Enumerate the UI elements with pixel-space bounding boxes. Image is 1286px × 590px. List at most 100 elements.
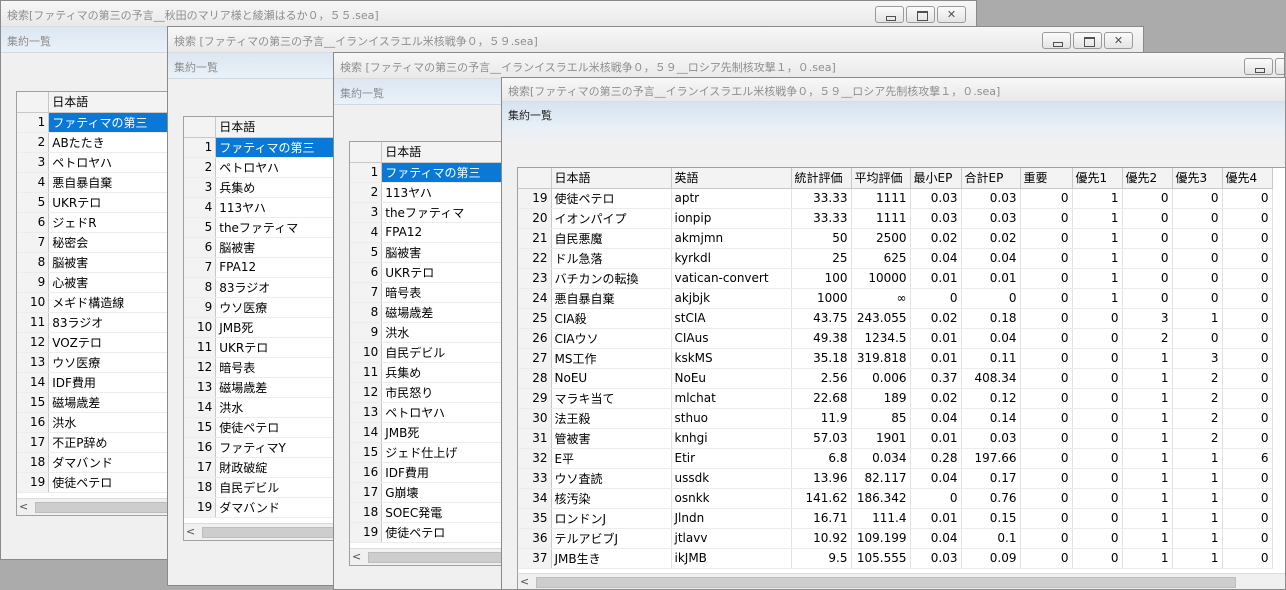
table-cell[interactable]: 1 (1072, 248, 1123, 269)
column-header-8[interactable]: 優先2 (1122, 168, 1173, 189)
table-cell[interactable]: 0.02 (910, 388, 962, 409)
table-row[interactable]: 24 悪自暴自棄 akjbjk 1000 ∞ 0 0 0 1 0 0 0 (518, 288, 1273, 309)
table-cell[interactable]: ウソ査読 (551, 468, 672, 489)
table-cell[interactable]: mlchat (671, 388, 792, 409)
table-cell[interactable]: NoEU (551, 368, 672, 389)
cell-japanese[interactable]: ファティマY (215, 437, 352, 458)
cell-japanese[interactable]: FPA12 (215, 257, 352, 278)
table-cell[interactable]: 0 (910, 488, 962, 509)
table-row[interactable]: 33 ウソ査読 ussdk 13.96 82.117 0.04 0.17 0 0 1 1 0 (518, 468, 1273, 489)
table-cell[interactable]: 22.68 (791, 388, 852, 409)
table-row[interactable]: 31 管被害 knhgi 57.03 1901 0.01 0.03 0 0 1 2 0 (518, 428, 1273, 449)
table-cell[interactable]: 0 (1222, 188, 1273, 209)
window-titlebar[interactable]: 検索[ファティマの第三の予言__イランイスラエル米核戦争０，５９__ロシア先制核… (502, 78, 1285, 102)
summary-grid[interactable]: 日本語 1 ファティマの第三 2 ペトロヤハ 3 兵集め 4 113ヤハ 5 theファティマ 6 脳… (183, 116, 353, 541)
cell-japanese[interactable]: ペトロヤハ (381, 402, 518, 423)
table-cell[interactable]: 0 (1122, 248, 1173, 269)
table-cell[interactable]: 35.18 (791, 348, 852, 369)
column-header-6[interactable]: 重要 (1020, 168, 1073, 189)
table-cell[interactable]: 2 (1172, 408, 1223, 429)
cell-japanese[interactable]: UKRテロ (215, 337, 352, 358)
cell-japanese[interactable]: ジェド仕上げ (381, 442, 518, 463)
table-row[interactable]: 14 JMB死 (350, 422, 518, 443)
table-cell[interactable]: 0 (1222, 388, 1273, 409)
cell-japanese[interactable]: 洪水 (381, 322, 518, 343)
table-cell[interactable]: 0.28 (910, 448, 962, 469)
table-row[interactable]: 36 テルアビブJ jtlavv 10.92 109.199 0.04 0.1 0 0 1 1 0 (518, 528, 1273, 549)
table-cell[interactable]: 0.76 (961, 488, 1021, 509)
table-cell[interactable]: 0 (1172, 208, 1223, 229)
cell-japanese[interactable]: 脳被害 (215, 237, 352, 258)
table-cell[interactable]: vatican-convert (671, 268, 792, 289)
table-row[interactable]: 16 IDF費用 (350, 462, 518, 483)
table-cell[interactable]: 0.03 (910, 548, 962, 569)
table-cell[interactable]: MS工作 (551, 348, 672, 369)
table-cell[interactable]: 0 (1020, 468, 1073, 489)
close-button[interactable] (1104, 32, 1133, 49)
table-cell[interactable]: 0 (1072, 448, 1123, 469)
table-cell[interactable]: ionpip (671, 208, 792, 229)
cell-japanese[interactable]: 兵集め (215, 177, 352, 198)
table-cell[interactable]: 1 (1122, 368, 1173, 389)
table-cell[interactable]: 10000 (851, 268, 911, 289)
cell-japanese[interactable]: 使徒ペテロ (215, 417, 352, 438)
table-row[interactable]: 18 SOEC発電 (350, 502, 518, 523)
table-cell[interactable]: 0.01 (910, 348, 962, 369)
cell-japanese[interactable]: 磁場歳差 (381, 302, 518, 323)
table-cell[interactable]: 0 (1122, 188, 1173, 209)
cell-japanese[interactable]: 市民怒り (381, 382, 518, 403)
table-cell[interactable]: 1111 (851, 208, 911, 229)
cell-japanese[interactable]: 秘密会 (48, 232, 185, 253)
table-cell[interactable]: 0.01 (910, 328, 962, 349)
table-cell[interactable]: 0 (1072, 368, 1123, 389)
cell-japanese[interactable]: 使徒ペテロ (381, 522, 518, 543)
table-cell[interactable]: 33.33 (791, 188, 852, 209)
table-cell[interactable]: 法王殺 (551, 408, 672, 429)
table-cell[interactable]: 0 (1072, 428, 1123, 449)
cell-japanese[interactable]: ファティマの第三 (48, 112, 185, 133)
table-cell[interactable]: 1234.5 (851, 328, 911, 349)
table-cell[interactable]: 0 (1222, 508, 1273, 529)
table-cell[interactable]: 9.5 (791, 548, 852, 569)
scroll-left-icon[interactable]: < (520, 575, 532, 588)
table-cell[interactable]: sthuo (671, 408, 792, 429)
column-header-japanese[interactable]: 日本語 (381, 142, 518, 163)
table-cell[interactable]: 0 (1020, 248, 1073, 269)
table-row[interactable]: 4 113ヤハ (184, 197, 352, 218)
window-titlebar[interactable]: 検索[ファティマの第三の予言__秋田のマリア様と綾瀬はるか０，５５.sea] (1, 1, 976, 27)
table-row[interactable]: 1 ファティマの第三 (17, 112, 185, 133)
table-cell[interactable]: 11.9 (791, 408, 852, 429)
table-cell[interactable]: CIA殺 (551, 308, 672, 329)
table-row[interactable]: 19 使徒ペテロ aptr 33.33 1111 0.03 0.03 0 1 0 0 0 (518, 188, 1273, 209)
table-cell[interactable]: 0.18 (961, 308, 1021, 329)
cell-japanese[interactable]: G崩壊 (381, 482, 518, 503)
table-cell[interactable]: 2 (1172, 368, 1223, 389)
table-row[interactable]: 30 法王殺 sthuo 11.9 85 0.04 0.14 0 0 1 2 0 (518, 408, 1273, 429)
table-cell[interactable]: 悪自暴自棄 (551, 288, 672, 309)
table-cell[interactable]: 1 (1172, 448, 1223, 469)
table-cell[interactable]: 1 (1122, 348, 1173, 369)
table-cell[interactable]: イオンパイプ (551, 208, 672, 229)
table-row[interactable]: 13 ペトロヤハ (350, 402, 518, 423)
table-cell[interactable]: ussdk (671, 468, 792, 489)
table-cell[interactable]: 0 (1122, 228, 1173, 249)
table-cell[interactable]: 0 (1222, 328, 1273, 349)
horizontal-scrollbar[interactable]: < (184, 523, 352, 540)
cell-japanese[interactable]: ジェドR (48, 212, 185, 233)
table-cell[interactable]: 0 (1020, 428, 1073, 449)
cell-japanese[interactable]: ファティマの第三 (215, 137, 352, 158)
table-row[interactable]: 14 IDF費用 (17, 372, 185, 393)
cell-japanese[interactable]: SOEC発電 (381, 502, 518, 523)
table-row[interactable]: 10 自民デビル (350, 342, 518, 363)
table-cell[interactable]: 0 (1172, 328, 1223, 349)
horizontal-scrollbar[interactable]: < (518, 573, 1285, 589)
column-header-7[interactable]: 優先1 (1072, 168, 1123, 189)
table-row[interactable]: 23 バチカンの転換 vatican-convert 100 10000 0.01 0.01… (518, 268, 1273, 289)
table-row[interactable]: 19 使徒ペテロ (350, 522, 518, 543)
table-cell[interactable]: 0.01 (910, 508, 962, 529)
window-titlebar[interactable]: 検索 [ファティマの第三の予言__イランイスラエル米核戦争０，５９.sea] (168, 27, 1143, 53)
cell-japanese[interactable]: 洪水 (215, 397, 352, 418)
table-cell[interactable]: 1 (1122, 408, 1173, 429)
table-cell[interactable]: osnkk (671, 488, 792, 509)
table-cell[interactable]: 0.02 (961, 228, 1021, 249)
